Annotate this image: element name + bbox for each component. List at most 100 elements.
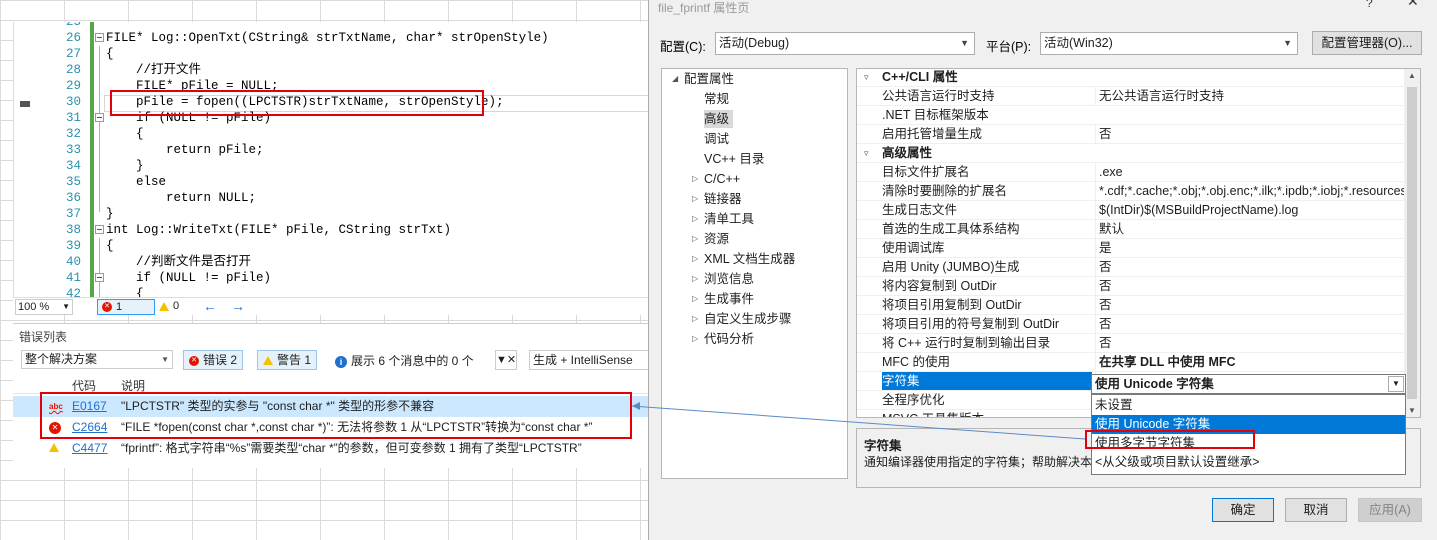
expand-icon[interactable]: ▷ (692, 270, 698, 288)
property-row[interactable]: 将 C++ 运行时复制到输出目录 否 (857, 334, 1405, 353)
collapse-icon[interactable] (95, 33, 104, 42)
expand-icon[interactable]: ▷ (692, 190, 698, 208)
property-row[interactable]: .NET 目标框架版本 (857, 106, 1405, 125)
code-line[interactable]: 26 FILE* Log::OpenTxt(CString& strTxtName… (14, 30, 649, 46)
expanded-icon[interactable]: ◢ (672, 70, 678, 88)
property-value[interactable]: 是 (1095, 239, 1405, 257)
ok-button[interactable]: 确定 (1212, 498, 1274, 522)
property-row[interactable]: 首选的生成工具体系结构 默认 (857, 220, 1405, 239)
property-value[interactable]: $(IntDir)$(MSBuildProjectName).log (1095, 201, 1405, 219)
tree-item[interactable]: 常规 (704, 90, 729, 108)
property-category[interactable]: ▿ 高级属性 (857, 144, 1405, 163)
property-value[interactable]: 在共享 DLL 中使用 MFC (1095, 353, 1405, 371)
code-line[interactable]: 34 } (14, 158, 649, 174)
property-value[interactable]: 否 (1095, 125, 1405, 143)
tree-item[interactable]: ▷ 清单工具 (692, 210, 754, 228)
platform-select[interactable]: 活动(Win32) ▼ (1040, 32, 1298, 55)
collapse-icon[interactable]: ▿ (864, 69, 869, 86)
scope-select[interactable]: 整个解决方案 ▼ (21, 350, 173, 369)
tree-item[interactable]: ▷ 资源 (692, 230, 729, 248)
apply-button[interactable]: 应用(A) (1358, 498, 1422, 522)
zoom-select[interactable]: 100 % ▼ (15, 299, 73, 315)
code-line[interactable]: 38 int Log::WriteTxt(FILE* pFile, CString… (14, 222, 649, 238)
code-editor[interactable]: 25 26 FILE* Log::OpenTxt(CString& strTxtNa… (13, 22, 649, 315)
charset-select[interactable]: 使用 Unicode 字符集 ▼ (1091, 374, 1406, 394)
tree-item[interactable]: ▷ C/C++ (692, 170, 740, 188)
expand-icon[interactable]: ▷ (692, 330, 698, 348)
property-value[interactable]: .exe (1095, 163, 1405, 181)
property-value[interactable]: 否 (1095, 315, 1405, 333)
property-row[interactable]: 清除时要删除的扩展名 *.cdf;*.cache;*.obj;*.obj.enc;… (857, 182, 1405, 201)
warning-count-button[interactable]: 0 (159, 299, 189, 315)
help-button[interactable]: ? (1366, 0, 1373, 10)
tree-item[interactable]: ▷ 浏览信息 (692, 270, 754, 288)
property-row[interactable]: 公共语言运行时支持 无公共语言运行时支持 (857, 87, 1405, 106)
error-code-link[interactable]: C4477 (72, 438, 107, 459)
property-row[interactable]: 将内容复制到 OutDir 否 (857, 277, 1405, 296)
tree-item[interactable]: ▷ 链接器 (692, 190, 742, 208)
close-icon[interactable]: ✕ (1407, 0, 1419, 10)
code-line[interactable]: 37} (14, 206, 649, 222)
property-value[interactable]: 默认 (1095, 220, 1405, 238)
warnings-filter-button[interactable]: 警告 1 (257, 350, 318, 370)
tree-item[interactable]: ▷ 自定义生成步骤 (692, 310, 792, 328)
code-line[interactable]: 25 (14, 22, 649, 30)
scroll-down-icon[interactable]: ▼ (1408, 406, 1416, 415)
grid-scrollbar[interactable]: ▲ ▼ (1404, 69, 1420, 417)
tree-item[interactable]: ▷ 代码分析 (692, 330, 754, 348)
scroll-up-icon[interactable]: ▲ (1408, 71, 1416, 80)
collapse-icon[interactable] (95, 273, 104, 282)
code-line[interactable]: 32 { (14, 126, 649, 142)
expand-icon[interactable]: ▷ (692, 170, 698, 188)
property-row[interactable]: 生成日志文件 $(IntDir)$(MSBuildProjectName).log (857, 201, 1405, 220)
code-line[interactable]: 36 return NULL; (14, 190, 649, 206)
collapse-icon[interactable] (95, 113, 104, 122)
tree-item[interactable]: ▷ 生成事件 (692, 290, 754, 308)
property-row[interactable]: 启用 Unity (JUMBO)生成 否 (857, 258, 1405, 277)
code-line[interactable]: 27 { (14, 46, 649, 62)
property-grid[interactable]: ▿ C++/CLI 属性 公共语言运行时支持 无公共语言运行时支持 .NET 目标框架版… (856, 68, 1421, 418)
property-value[interactable]: 否 (1095, 258, 1405, 276)
property-row[interactable]: MFC 的使用 在共享 DLL 中使用 MFC (857, 353, 1405, 372)
code-line[interactable]: 35 else (14, 174, 649, 190)
property-row[interactable]: 启用托管增量生成 否 (857, 125, 1405, 144)
expand-icon[interactable]: ▷ (692, 250, 698, 268)
property-row[interactable]: 使用调试库 是 (857, 239, 1405, 258)
property-value[interactable]: 否 (1095, 277, 1405, 295)
cancel-button[interactable]: 取消 (1285, 498, 1347, 522)
charset-option[interactable]: <从父级或项目默认设置继承> (1092, 453, 1405, 472)
tree-item[interactable]: ▷ XML 文档生成器 (692, 250, 795, 268)
messages-filter-button[interactable]: i 展示 6 个消息中的 0 个 (335, 352, 474, 369)
expand-icon[interactable]: ▷ (692, 290, 698, 308)
property-tree[interactable]: ◢ 配置属性常规高级调试 VC++ 目录 ▷ C/C++ ▷ 链接器 ▷ 清单工具 ▷ 资源 ▷ XML… (661, 68, 848, 479)
tree-item[interactable]: 调试 (704, 130, 729, 148)
code-line[interactable]: 40 //判断文件是否打开 (14, 254, 649, 270)
property-value[interactable]: *.cdf;*.cache;*.obj;*.obj.enc;*.ilk;*.ip… (1095, 182, 1405, 200)
config-manager-button[interactable]: 配置管理器(O)... (1312, 31, 1422, 55)
property-row[interactable]: 目标文件扩展名 .exe (857, 163, 1405, 182)
tree-item[interactable]: VC++ 目录 (704, 150, 764, 168)
tree-item[interactable]: ◢ 配置属性 (672, 70, 734, 88)
collapse-icon[interactable]: ▿ (864, 144, 869, 162)
build-source-select[interactable]: 生成 + IntelliSense (529, 350, 649, 370)
navigate-back-icon[interactable]: ← (203, 298, 217, 314)
charset-option[interactable]: 未设置 (1092, 396, 1405, 415)
tree-item[interactable]: 高级 (704, 110, 734, 128)
property-row[interactable]: 将项目引用复制到 OutDir 否 (857, 296, 1405, 315)
property-value[interactable]: 无公共语言运行时支持 (1095, 87, 1405, 105)
property-value[interactable]: 否 (1095, 296, 1405, 314)
chevron-down-icon[interactable]: ▼ (1388, 376, 1404, 392)
clear-filter-button[interactable]: ▼✕ (495, 350, 517, 370)
navigate-forward-icon[interactable]: → (231, 298, 245, 314)
expand-icon[interactable]: ▷ (692, 310, 698, 328)
property-value[interactable]: 否 (1095, 334, 1405, 352)
code-line[interactable]: 41 if (NULL != pFile) (14, 270, 649, 286)
error-count-button[interactable]: ✕ 1 (97, 299, 155, 315)
code-line[interactable]: 39 { (14, 238, 649, 254)
expand-icon[interactable]: ▷ (692, 230, 698, 248)
errors-filter-button[interactable]: ✕ 错误 2 (183, 350, 244, 370)
scrollbar-thumb[interactable] (1407, 87, 1417, 399)
code-line[interactable]: 33 return pFile; (14, 142, 649, 158)
config-select[interactable]: 活动(Debug) ▼ (715, 32, 975, 55)
property-category[interactable]: ▿ C++/CLI 属性 (857, 69, 1405, 87)
